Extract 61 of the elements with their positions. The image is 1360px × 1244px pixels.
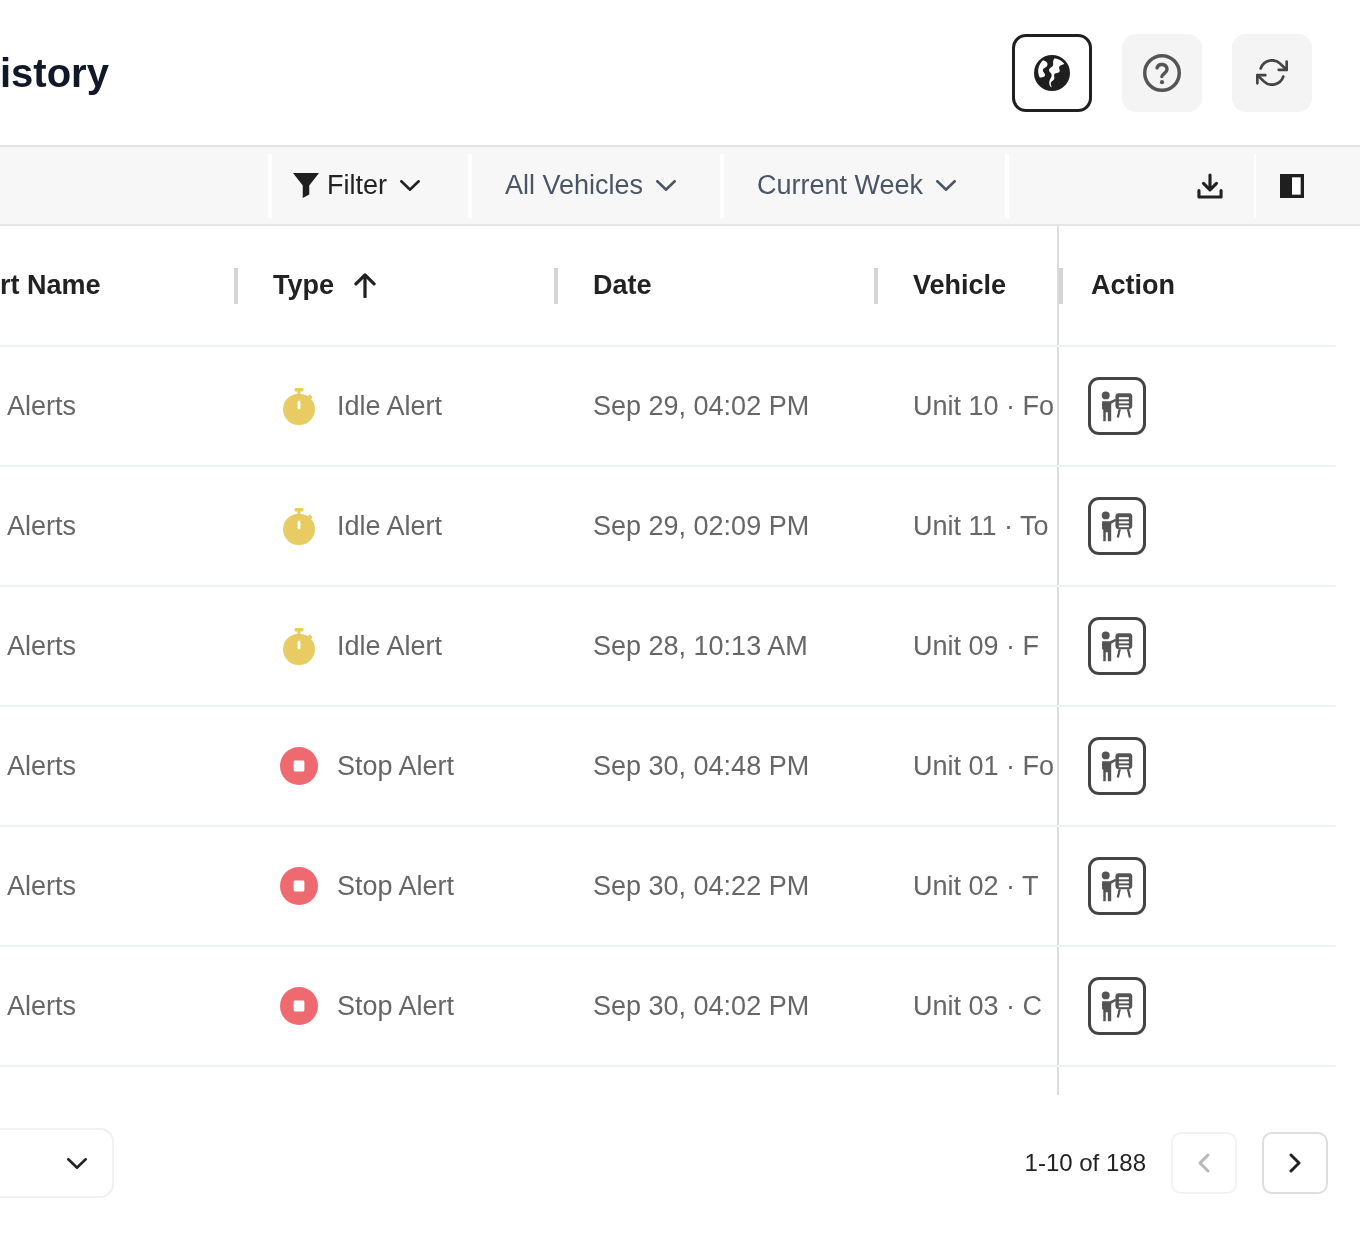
table-cell: Sep 28, 10:13 AM <box>593 632 808 660</box>
presenter-icon <box>1101 870 1133 902</box>
presenter-icon <box>1101 990 1133 1022</box>
table-cell: Sep 30, 04:22 PM <box>593 872 810 900</box>
table-cell: Alerts <box>7 512 77 540</box>
column-header[interactable]: Vehicle <box>913 272 1007 299</box>
table-cell: Sep 29, 02:09 PM <box>593 512 810 540</box>
column-header[interactable]: Date <box>593 272 652 299</box>
table-cell: Unit 10 · Fo <box>913 392 1055 420</box>
download-icon <box>1197 172 1223 199</box>
filter-dropdown[interactable]: Filter <box>272 147 468 224</box>
chevron-left-icon <box>1198 1153 1210 1173</box>
page-title: istory <box>0 52 109 93</box>
side-panel-icon <box>1280 173 1304 198</box>
chevron-right-icon <box>1289 1153 1301 1173</box>
chevron-down-icon <box>656 180 677 191</box>
table-cell: Sep 30, 04:48 PM <box>593 752 810 780</box>
presenter-icon <box>1101 510 1133 542</box>
chevron-down-icon <box>67 1157 87 1169</box>
chevron-down-icon <box>400 180 420 191</box>
table-cell: Idle Alert <box>337 392 443 420</box>
table-cell: Unit 03 · C <box>913 992 1043 1020</box>
help-button[interactable] <box>1122 33 1202 112</box>
action-button[interactable] <box>1088 377 1146 435</box>
refresh-button[interactable] <box>1232 33 1312 112</box>
table-cell: Idle Alert <box>337 512 443 540</box>
table-cell: Unit 09 · F <box>913 632 1040 660</box>
help-icon <box>1143 53 1181 92</box>
table-cell: Stop Alert <box>337 872 455 900</box>
pagination-range: 1-10 of 188 <box>1024 1151 1146 1175</box>
table-cell: Stop Alert <box>337 752 455 780</box>
table-cell: Unit 01 · Fo <box>913 752 1055 780</box>
presenter-icon <box>1101 750 1133 782</box>
table-cell: Sep 30, 04:02 PM <box>593 992 810 1020</box>
chevron-down-icon <box>936 180 957 191</box>
table-cell: Alerts <box>7 992 77 1020</box>
table-cell: Alerts <box>7 632 77 660</box>
table-cell: Alerts <box>7 752 77 780</box>
action-button[interactable] <box>1088 977 1146 1035</box>
table-cell: Alerts <box>7 392 77 420</box>
presenter-icon <box>1101 390 1133 422</box>
table-cell: Sep 29, 04:02 PM <box>593 392 810 420</box>
action-button[interactable] <box>1088 617 1146 675</box>
filter-icon <box>293 173 319 198</box>
globe-icon <box>1034 54 1070 91</box>
column-header[interactable]: Type <box>273 272 334 299</box>
action-button[interactable] <box>1088 737 1146 795</box>
globe-button[interactable] <box>1012 33 1092 112</box>
presenter-icon <box>1101 630 1133 662</box>
table-cell: Stop Alert <box>337 992 455 1020</box>
action-button[interactable] <box>1088 497 1146 555</box>
table-cell: Unit 11 · To <box>913 512 1049 540</box>
column-header[interactable]: Action <box>1091 272 1175 299</box>
filter-dropdown[interactable]: All Vehicles <box>472 147 720 224</box>
table-cell: Idle Alert <box>337 632 443 660</box>
refresh-icon <box>1256 59 1288 86</box>
table-cell: Alerts <box>7 872 77 900</box>
filter-dropdown[interactable]: Current Week <box>724 147 1005 224</box>
action-button[interactable] <box>1088 857 1146 915</box>
table-cell: Unit 02 · T <box>913 872 1039 900</box>
column-header[interactable]: rt Name <box>0 272 101 299</box>
